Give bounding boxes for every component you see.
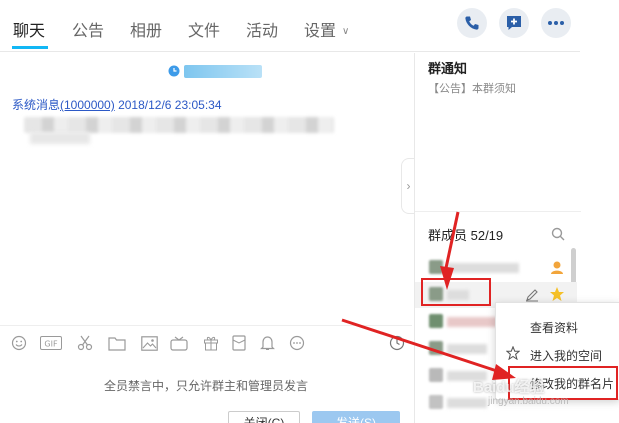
watermark: Baidu经验 [473,379,545,396]
redacted-member-name [447,344,487,354]
video-icon [170,336,188,351]
video-button[interactable] [170,334,188,352]
history-button[interactable] [388,334,406,352]
gif-button[interactable]: GIF [40,334,62,352]
image-button[interactable] [140,334,158,352]
active-tab-indicator [12,46,48,49]
avatar [429,341,443,355]
star-icon[interactable] [549,286,565,302]
more-circle-icon [289,335,305,351]
search-icon[interactable] [551,227,565,244]
system-message-prefix: 系统消息 [12,98,61,112]
red-packet-button[interactable] [230,334,248,352]
red-packet-icon [232,335,246,351]
phone-icon [465,16,479,30]
avatar [429,395,443,409]
phone-button[interactable] [457,8,487,38]
mute-notice: 全员禁言中，只允许群主和管理员发言 [103,379,308,393]
system-message-header: 系统消息(1000000) 2018/12/6 23:05:34 [12,96,222,113]
emoji-button[interactable] [10,334,28,352]
redacted-message-tail [30,132,90,144]
avatar [429,314,443,328]
close-button[interactable]: 关闭(C) [228,411,300,423]
bell-icon [259,336,275,350]
svg-text:GIF: GIF [44,340,58,349]
gif-icon: GIF [40,336,62,350]
avatar [429,260,443,274]
tab-settings-label: 设置 [304,23,337,40]
menu-item-view-profile[interactable]: 查看资料 [530,319,578,336]
send-button[interactable]: 发送(S) [312,411,400,423]
redacted-member-name [447,317,497,327]
collapse-panel-button[interactable]: › [401,158,415,214]
tab-chat[interactable]: 聊天 [13,17,45,41]
system-message-time: 2018/12/6 23:05:34 [118,98,222,112]
clock-icon [168,65,180,77]
more-icon [548,21,564,25]
system-message-id-link[interactable]: (1000000) [60,98,115,112]
chat-area: 系统消息(1000000) 2018/12/6 23:05:34 [0,53,412,323]
add-message-button[interactable] [499,8,529,38]
divider [415,211,581,212]
more-tools-button[interactable] [288,334,306,352]
owner-icon [551,261,563,274]
group-notice-text[interactable]: 【公告】本群须知 [428,80,516,96]
notify-button[interactable] [258,334,276,352]
emoji-icon [11,335,27,351]
redacted-time [184,64,262,78]
clock-history-icon [389,335,405,351]
tab-files[interactable]: 文件 [188,17,220,41]
screenshot-button[interactable] [76,334,94,352]
redacted-member-name [447,398,487,408]
scissors-icon [77,335,93,351]
redacted-member-name [447,263,519,273]
members-title: 群成员 52/19 [428,228,504,243]
folder-button[interactable] [108,334,126,352]
tab-settings[interactable]: 设置 ∨ [304,17,349,41]
avatar [429,368,443,382]
message-time-pill [168,64,262,78]
redacted-message [24,117,334,133]
tab-announcement[interactable]: 公告 [72,17,104,41]
tab-album[interactable]: 相册 [130,17,162,41]
menu-item-my-space[interactable]: 进入我的空间 [530,347,602,364]
image-icon [140,335,158,351]
tab-bar: 聊天 公告 相册 文件 活动 设置 ∨ [0,0,580,52]
more-button[interactable] [541,8,571,38]
gift-icon [204,336,218,351]
input-toolbar: GIF [0,325,412,359]
add-message-icon [507,16,521,30]
folder-icon [108,336,126,351]
gift-button[interactable] [202,334,220,352]
chevron-down-icon: ∨ [342,26,350,37]
watermark-url: jingyan.baidu.com [488,396,569,407]
chevron-right-icon: › [406,179,411,193]
star-outline-icon [506,346,520,360]
edit-icon[interactable] [525,288,539,302]
group-notice-title[interactable]: 群通知 [428,58,467,77]
highlight-box-member [421,278,491,306]
tab-activities[interactable]: 活动 [246,17,278,41]
